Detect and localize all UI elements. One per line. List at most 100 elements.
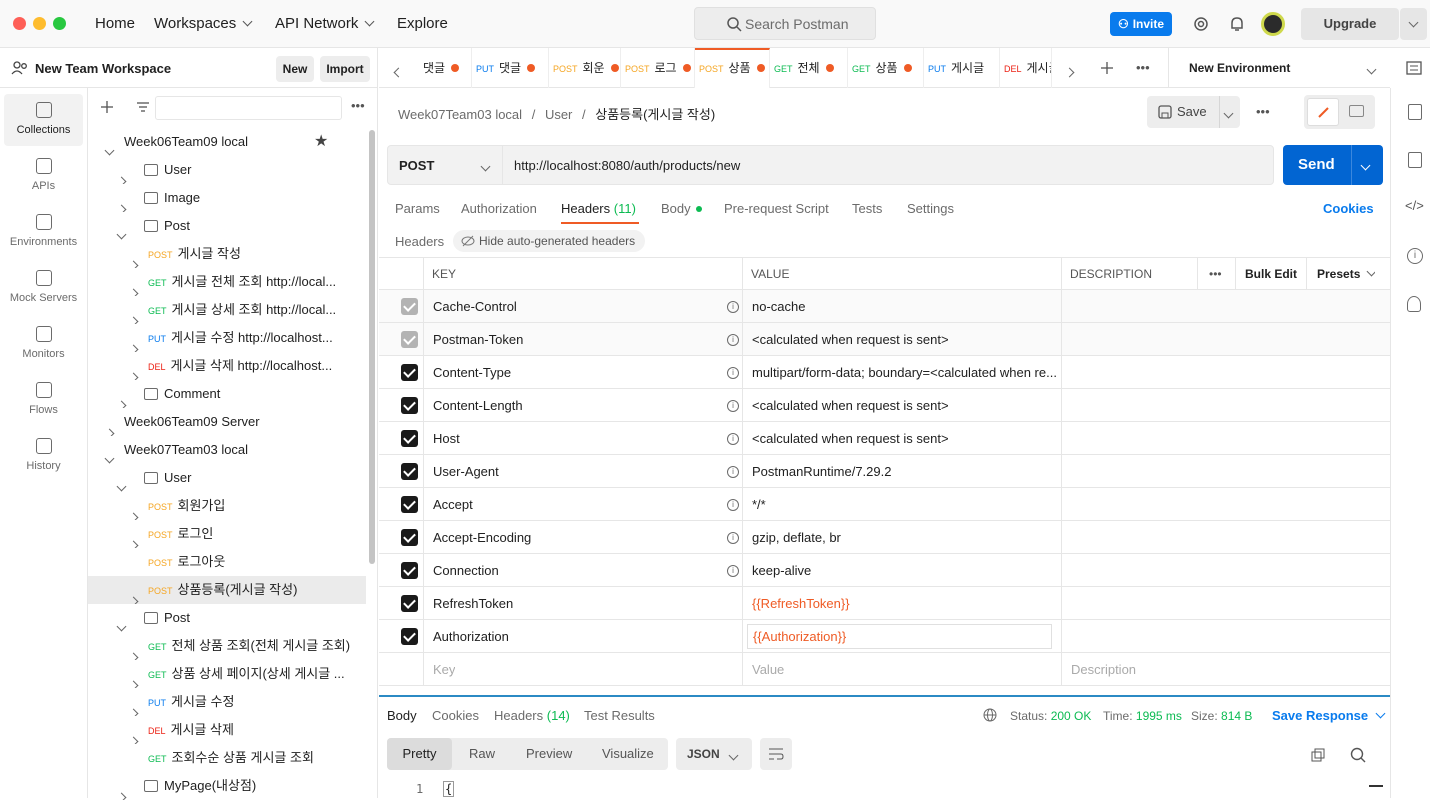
request-item[interactable]: GET 전체 상품 조회(전체 게시글 조회) (88, 632, 366, 660)
info-icon[interactable]: i (727, 466, 739, 478)
chevron-right-icon[interactable] (116, 783, 127, 800)
chevron-right-icon[interactable] (128, 363, 139, 380)
rail-item-flows[interactable]: Flows (4, 374, 83, 426)
tabs-next-button[interactable] (1064, 64, 1075, 79)
request-item[interactable]: PUT 게시글 수정 (88, 688, 366, 716)
request-tab[interactable]: GET 상품 (848, 48, 924, 88)
info-icon[interactable]: i (727, 532, 739, 544)
folder-item[interactable]: User (88, 464, 366, 492)
header-value[interactable]: <calculated when request is sent> (752, 389, 1057, 422)
header-key[interactable]: User-Agent (433, 455, 499, 488)
nav-home[interactable]: Home (95, 15, 135, 32)
rail-item-collections[interactable]: Collections (4, 94, 83, 146)
chevron-down-icon[interactable] (104, 136, 115, 156)
code-icon[interactable]: </> (1405, 198, 1424, 213)
info-icon[interactable]: i (727, 499, 739, 511)
info-icon[interactable]: i (727, 301, 739, 313)
upgrade-button[interactable]: Upgrade (1301, 8, 1399, 40)
header-key[interactable]: Content-Length (433, 389, 523, 422)
rail-item-mock-servers[interactable]: Mock Servers (4, 262, 83, 314)
nav-workspaces[interactable]: Workspaces (154, 15, 253, 32)
request-item[interactable]: POST 게시글 작성 (88, 240, 366, 268)
header-key[interactable]: Connection (433, 554, 499, 587)
header-key[interactable]: Accept (433, 488, 473, 521)
request-more-icon[interactable]: ••• (1256, 104, 1270, 119)
wrap-lines-button[interactable] (760, 738, 792, 770)
tab-authorization[interactable]: Authorization (461, 201, 537, 216)
tab-tests[interactable]: Tests (852, 201, 882, 216)
save-button[interactable]: Save (1147, 96, 1240, 128)
view-preview-button[interactable]: Preview (526, 746, 572, 761)
header-key[interactable]: Cache-Control (433, 290, 517, 323)
request-item[interactable]: GET 게시글 상세 조회 http://local... (88, 296, 366, 324)
header-value[interactable]: keep-alive (752, 554, 1057, 587)
chevron-right-icon[interactable] (104, 419, 115, 436)
header-value[interactable]: PostmanRuntime/7.29.2 (752, 455, 1057, 488)
header-key[interactable]: Postman-Token (433, 323, 523, 356)
rail-item-apis[interactable]: APIs (4, 150, 83, 202)
breadcrumb-folder[interactable]: User (545, 107, 572, 122)
zoom-window-button[interactable] (53, 17, 66, 30)
request-item[interactable]: POST 회원가입 (88, 492, 366, 520)
chevron-down-icon[interactable] (104, 444, 115, 464)
chevron-right-icon[interactable] (128, 307, 139, 324)
search-icon[interactable] (1350, 747, 1366, 763)
nav-explore[interactable]: Explore (397, 15, 448, 32)
info-icon[interactable]: i (727, 433, 739, 445)
header-enabled-checkbox[interactable] (401, 430, 418, 447)
copy-icon[interactable] (1311, 748, 1325, 762)
rail-item-monitors[interactable]: Monitors (4, 318, 83, 370)
tab-prerequest-script[interactable]: Pre-request Script (724, 201, 829, 216)
header-value[interactable]: <calculated when request is sent> (752, 422, 1057, 455)
new-button[interactable]: New (276, 56, 314, 82)
request-item[interactable]: GET 게시글 전체 조회 http://local... (88, 268, 366, 296)
minimize-window-button[interactable] (33, 17, 46, 30)
collection-search-input[interactable] (155, 96, 342, 120)
request-item[interactable]: DEL 게시글 삭제 (88, 716, 366, 744)
folder-item[interactable]: Comment (88, 380, 366, 408)
view-pretty-button[interactable]: Pretty (387, 738, 452, 770)
header-key[interactable]: RefreshToken (433, 587, 513, 620)
header-key[interactable]: Host (433, 422, 460, 455)
request-tab[interactable]: DEL게시글 (1000, 48, 1052, 88)
rail-item-history[interactable]: History (4, 430, 83, 482)
resp-tab-test-results[interactable]: Test Results (584, 708, 655, 723)
hide-auto-headers-button[interactable]: Hide auto-generated headers (453, 230, 646, 252)
header-value[interactable]: gzip, deflate, br (752, 521, 1057, 554)
tabs-more-icon[interactable]: ••• (1136, 60, 1150, 75)
collection-item[interactable]: Week07Team03 local (88, 436, 366, 464)
header-key[interactable]: Accept-Encoding (433, 521, 531, 554)
header-value[interactable]: */* (752, 488, 1057, 521)
new-description-input[interactable]: Description (1071, 653, 1136, 686)
request-tab[interactable]: GET 전체 (770, 48, 848, 88)
request-item[interactable]: POST 로그아웃 (88, 548, 366, 576)
chevron-right-icon[interactable] (116, 167, 127, 184)
send-button[interactable]: Send (1283, 145, 1383, 185)
request-tab[interactable]: 댓글 (419, 48, 472, 88)
cookies-link[interactable]: Cookies (1323, 201, 1374, 216)
chevron-right-icon[interactable] (128, 335, 139, 352)
folder-item[interactable]: User (88, 156, 366, 184)
tab-params[interactable]: Params (395, 201, 440, 216)
nav-api-network[interactable]: API Network (275, 15, 375, 32)
breadcrumb-request[interactable]: 상품등록(게시글 작성) (595, 107, 715, 122)
new-tab-icon[interactable] (1100, 61, 1114, 75)
header-key[interactable]: Authorization (433, 620, 509, 653)
upgrade-menu-button[interactable] (1400, 8, 1427, 40)
header-enabled-checkbox[interactable] (401, 529, 418, 546)
more-options-icon[interactable]: ••• (351, 98, 365, 113)
add-collection-icon[interactable] (100, 100, 114, 114)
new-key-input[interactable]: Key (433, 653, 455, 686)
invite-button[interactable]: ⚇ Invite (1110, 12, 1172, 36)
resp-tab-headers[interactable]: Headers (14) (494, 708, 570, 723)
info-icon[interactable]: i (727, 367, 739, 379)
filter-icon[interactable] (136, 101, 150, 113)
header-value[interactable]: <calculated when request is sent> (752, 323, 1057, 356)
header-enabled-checkbox[interactable] (401, 562, 418, 579)
request-item[interactable]: POST 로그인 (88, 520, 366, 548)
save-response-button[interactable]: Save Response (1272, 708, 1386, 723)
request-item[interactable]: GET 조회수순 상품 게시글 조회 (88, 744, 366, 772)
request-tab[interactable]: POST 로그 (621, 48, 695, 88)
collection-item[interactable]: Week06Team09 Server (88, 408, 366, 436)
header-value[interactable]: {{RefreshToken}} (752, 587, 1057, 620)
